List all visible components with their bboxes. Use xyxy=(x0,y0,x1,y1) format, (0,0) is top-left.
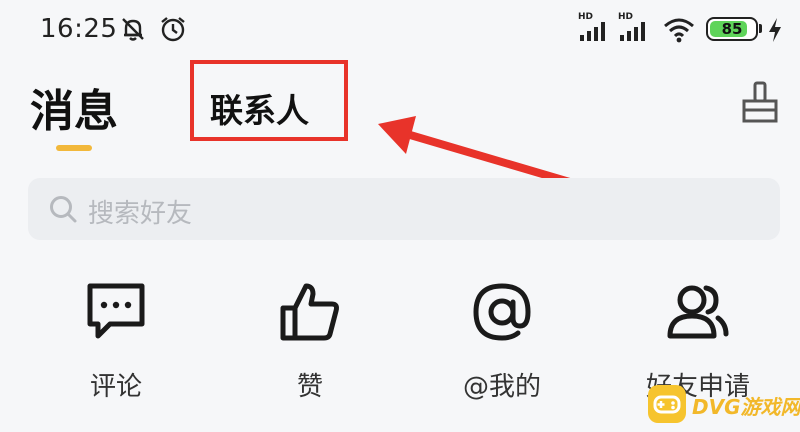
signal-icon xyxy=(620,22,645,41)
shortcut-mentions[interactable]: @我的 xyxy=(422,280,582,410)
broom-icon[interactable] xyxy=(740,80,780,124)
status-bar: 16:25 HD HD 85 xyxy=(0,0,800,58)
signal-icon xyxy=(580,22,605,41)
tab-active-indicator xyxy=(56,145,92,151)
shortcut-likes[interactable]: 赞 xyxy=(230,280,390,410)
shortcut-label: 赞 xyxy=(296,372,323,402)
friend-request-icon xyxy=(667,285,729,339)
search-placeholder: 搜索好友 xyxy=(88,199,193,229)
watermark: DVG游戏网 xyxy=(648,385,800,425)
at-icon xyxy=(473,283,531,341)
battery-nub xyxy=(759,24,762,33)
tab-contacts-label: 联系人 xyxy=(210,91,309,130)
shortcut-comment[interactable]: 评论 xyxy=(36,280,196,410)
bell-off-icon xyxy=(122,18,144,41)
battery-icon: 85 xyxy=(706,17,758,41)
wifi-icon xyxy=(664,18,694,43)
shortcut-label: 评论 xyxy=(89,372,142,402)
comment-icon xyxy=(87,283,145,339)
status-time: 16:25 xyxy=(40,14,118,44)
battery-level: 85 xyxy=(721,20,743,38)
charging-icon xyxy=(769,18,781,42)
search-input[interactable]: 搜索好友 xyxy=(28,178,780,240)
tab-messages[interactable]: 消息 xyxy=(30,75,118,139)
shortcut-label: @我的 xyxy=(462,372,541,402)
tab-contacts[interactable]: 联系人 xyxy=(190,60,348,141)
watermark-text: DVG游戏网 xyxy=(692,395,800,419)
alarm-icon xyxy=(161,17,185,42)
gamepad-icon xyxy=(648,385,686,423)
thumbs-up-icon xyxy=(280,283,339,341)
search-icon xyxy=(50,196,77,223)
